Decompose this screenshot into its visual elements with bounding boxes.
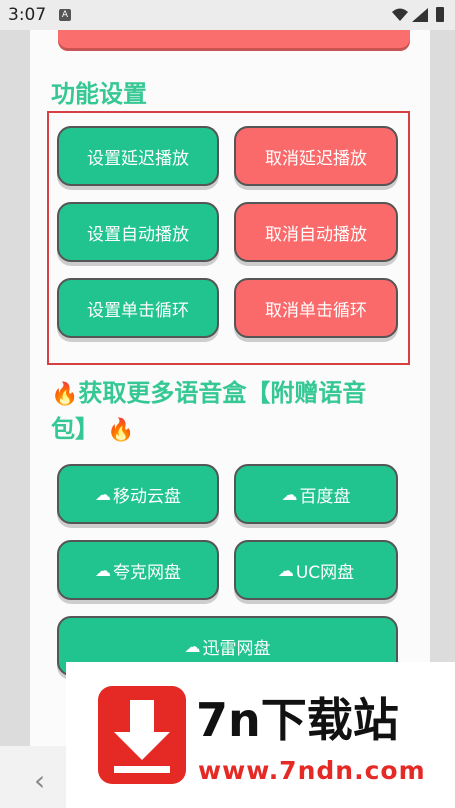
- link-uc-button[interactable]: ☁ UC网盘: [234, 540, 398, 600]
- promo-title-text: 获取更多语音盒【附赠语音包】: [51, 379, 367, 443]
- battery-icon: [436, 7, 444, 22]
- wifi-icon: [392, 8, 408, 21]
- signal-icon: [412, 8, 428, 22]
- link-label: 移动云盘: [113, 486, 181, 507]
- settings-title: 功能设置: [51, 80, 147, 108]
- back-icon[interactable]: ‹: [34, 764, 45, 797]
- fire-icon: 🔥: [107, 418, 135, 443]
- promo-title: 🔥获取更多语音盒【附赠语音包】 🔥: [51, 376, 401, 448]
- cancel-click-loop-button[interactable]: 取消单击循环: [234, 278, 398, 338]
- cancel-delay-play-button[interactable]: 取消延迟播放: [234, 126, 398, 186]
- fire-icon: 🔥: [51, 382, 79, 407]
- link-label: 迅雷网盘: [202, 638, 271, 659]
- cloud-icon: ☁: [281, 484, 298, 504]
- link-mobile-cloud-button[interactable]: ☁ 移动云盘: [57, 464, 219, 524]
- link-quark-button[interactable]: ☁ 夸克网盘: [57, 540, 219, 600]
- set-click-loop-button[interactable]: 设置单击循环: [57, 278, 219, 338]
- watermark-title: 7n下载站: [196, 693, 399, 747]
- link-label: 百度盘: [299, 486, 351, 507]
- cloud-icon: ☁: [277, 560, 294, 580]
- link-baidu-button[interactable]: ☁ 百度盘: [234, 464, 398, 524]
- link-label: 夸克网盘: [113, 562, 181, 583]
- cloud-icon: ☁: [95, 560, 111, 580]
- main-card: 功能设置 设置延迟播放 取消延迟播放 设置自动播放 取消自动播放 设置单击循环 …: [30, 30, 430, 750]
- download-arrow-icon: [114, 700, 170, 773]
- watermark-url: www.7ndn.com: [198, 756, 426, 785]
- app-notification-icon: A: [59, 9, 71, 21]
- set-auto-play-button[interactable]: 设置自动播放: [57, 202, 219, 262]
- link-label: UC网盘: [295, 562, 355, 583]
- status-bar: 3:07 A: [0, 0, 455, 30]
- cloud-icon: ☁: [184, 636, 201, 656]
- top-partial-button[interactable]: [58, 30, 410, 48]
- watermark-overlay: 7n下载站 www.7ndn.com: [66, 662, 455, 808]
- cancel-auto-play-button[interactable]: 取消自动播放: [234, 202, 398, 262]
- cloud-icon: ☁: [95, 484, 111, 504]
- status-time: 3:07: [8, 5, 47, 25]
- download-logo-icon: [98, 686, 186, 784]
- set-delay-play-button[interactable]: 设置延迟播放: [57, 126, 219, 186]
